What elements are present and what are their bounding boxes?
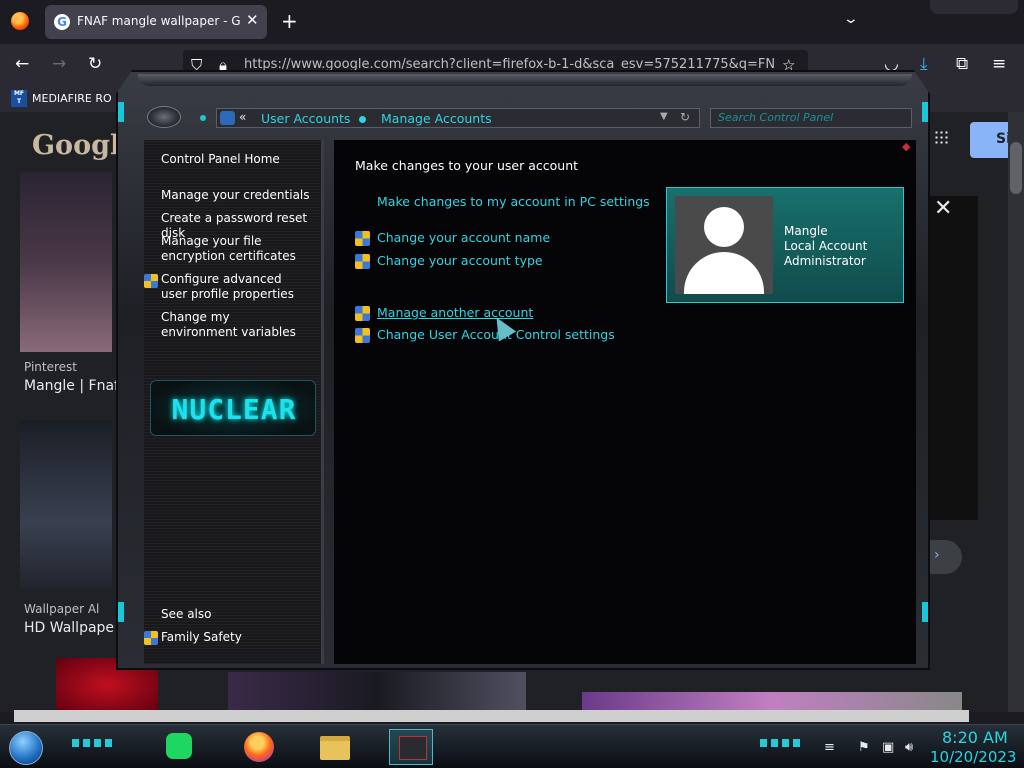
change-account-type-link[interactable]: Change your account type (377, 253, 543, 268)
window-close-icon[interactable]: ◆ (902, 140, 910, 153)
advanced-profile-link[interactable]: Configure advanced user profile properti… (161, 272, 306, 302)
manage-another-account-link[interactable]: Manage another account (377, 305, 533, 320)
user-accounts-icon (220, 111, 235, 125)
breadcrumb-separator-icon[interactable] (359, 116, 366, 123)
breadcrumb-chevron-icon[interactable]: « (239, 110, 246, 124)
nav-dot-icon[interactable] (200, 115, 206, 121)
pc-settings-link[interactable]: Make changes to my account in PC setting… (377, 194, 650, 209)
window-frame-top (138, 74, 912, 86)
tab-google-search[interactable]: G FNAF mangle wallpaper - Google Search … (45, 5, 267, 39)
menu-icon[interactable]: ≡ (992, 54, 1006, 74)
extensions-icon[interactable]: ⧉ (956, 54, 968, 74)
page-heading: Make changes to your user account (355, 158, 579, 173)
manage-another-shield-icon (355, 306, 370, 321)
control-panel-icon (399, 736, 427, 760)
bookmark-mediafire[interactable]: MEDIAFIRE RO (32, 92, 112, 105)
uac-shield-icon (144, 274, 158, 288)
downloads-icon[interactable]: ⤓ (920, 54, 928, 74)
change-account-name-link[interactable]: Change your account name (377, 230, 550, 245)
preview-close-icon[interactable]: ✕ (934, 196, 952, 221)
preview-panel (930, 196, 978, 520)
frame-accent-left (118, 102, 124, 122)
list-all-tabs-icon[interactable]: ⌄ (843, 11, 859, 27)
tab-title: FNAF mangle wallpaper - Google Search (77, 14, 241, 28)
result-title-1[interactable]: Mangle | Fnaf, (24, 378, 123, 394)
taskbar-firefox[interactable] (236, 729, 280, 765)
family-safety-shield-icon (144, 631, 158, 645)
control-panel-nav-pane: Control Panel Home Manage your credentia… (144, 140, 324, 664)
breadcrumb-user-accounts[interactable]: User Accounts (261, 111, 350, 126)
result-source-1: Pinterest (24, 360, 78, 374)
result-source-2: Wallpaper Al (24, 602, 100, 616)
frame-accent-right-bottom (922, 602, 928, 622)
forward-icon[interactable]: → (52, 54, 66, 74)
result-title-2[interactable]: HD Wallpape (24, 620, 114, 636)
control-panel-main-pane: Make changes to your user account Make c… (334, 140, 916, 664)
taskbar: ≡ ⚑ ▣ 🔊︎ 8:20 AM 10/20/2023 (0, 724, 1024, 768)
start-button[interactable] (9, 731, 43, 765)
new-tab-button[interactable]: + (281, 9, 298, 33)
network-icon[interactable]: ▣ (882, 740, 894, 755)
result-image-1[interactable] (20, 172, 112, 352)
google-favicon-icon: G (54, 14, 70, 30)
back-icon[interactable]: ← (15, 54, 29, 74)
taskbar-spotify[interactable] (156, 729, 200, 765)
frame-accent-right (922, 102, 928, 122)
account-name-shield-icon (355, 231, 370, 246)
address-bar[interactable]: « User Accounts Manage Accounts ▼ ↻ (216, 108, 700, 128)
window-controls[interactable] (930, 0, 1018, 14)
result-image-2[interactable] (20, 420, 112, 590)
user-account-kind: Local Account (784, 239, 868, 253)
tab-close-button[interactable]: ✕ (246, 11, 259, 29)
search-control-panel-input[interactable]: Search Control Panel (710, 108, 912, 128)
horizontal-scrollbar[interactable] (14, 710, 969, 722)
user-role: Administrator (784, 254, 866, 268)
tab-bar: G FNAF mangle wallpaper - Google Search … (0, 0, 1024, 44)
uac-settings-shield-icon (355, 328, 370, 343)
scrollbar-thumb[interactable] (1010, 142, 1022, 194)
page-scrollbar[interactable] (1008, 112, 1024, 712)
see-also-heading: See also (161, 607, 212, 621)
firefox-logo-icon[interactable] (11, 12, 29, 30)
show-hidden-icons-icon[interactable]: ≡ (824, 740, 835, 755)
result-image-4[interactable] (228, 672, 526, 712)
result-image-5[interactable] (582, 692, 962, 712)
avatar-head (704, 207, 744, 247)
spotify-icon (166, 733, 192, 759)
reload-icon[interactable]: ↻ (88, 54, 102, 74)
control-panel-window: « User Accounts Manage Accounts ▼ ↻ Sear… (116, 70, 930, 670)
taskbar-accent-right (760, 739, 804, 747)
breadcrumb-manage-accounts[interactable]: Manage Accounts (381, 111, 492, 126)
nuclear-theme-logo: NUCLEAR (150, 380, 316, 436)
environment-variables-link[interactable]: Change my environment variables (161, 310, 306, 340)
action-center-flag-icon[interactable]: ⚑ (858, 740, 870, 755)
file-encryption-link[interactable]: Manage your file encryption certificates (161, 234, 319, 264)
volume-icon[interactable]: 🔊︎ (905, 740, 913, 755)
url-text[interactable]: https://www.google.com/search?client=fir… (244, 57, 774, 72)
clock-date[interactable]: 10/20/2023 (930, 748, 1016, 766)
taskbar-control-panel[interactable] (389, 729, 433, 765)
user-avatar[interactable] (675, 196, 773, 294)
mediafire-bookmark-icon[interactable]: MF T (11, 90, 27, 107)
google-apps-icon[interactable] (934, 130, 948, 144)
refresh-icon[interactable]: ↻ (680, 110, 690, 124)
back-forward-orb-icon[interactable] (147, 106, 181, 128)
taskbar-accent-left (72, 739, 116, 747)
firefox-icon (244, 732, 274, 762)
frame-accent-left-bottom (118, 602, 124, 622)
account-type-shield-icon (355, 254, 370, 269)
clock-time[interactable]: 8:20 AM (942, 728, 1008, 747)
taskbar-file-explorer[interactable] (312, 729, 356, 765)
control-panel-home-link[interactable]: Control Panel Home (161, 152, 321, 167)
avatar-body (684, 252, 764, 294)
family-safety-link[interactable]: Family Safety (161, 630, 321, 645)
nuclear-logo-text: NUCLEAR (171, 393, 297, 426)
user-name: Mangle (784, 224, 828, 238)
manage-credentials-link[interactable]: Manage your credentials (161, 188, 321, 203)
address-dropdown-icon[interactable]: ▼ (660, 111, 668, 122)
folder-icon (320, 736, 350, 760)
user-account-card[interactable]: Mangle Local Account Administrator (666, 187, 904, 303)
